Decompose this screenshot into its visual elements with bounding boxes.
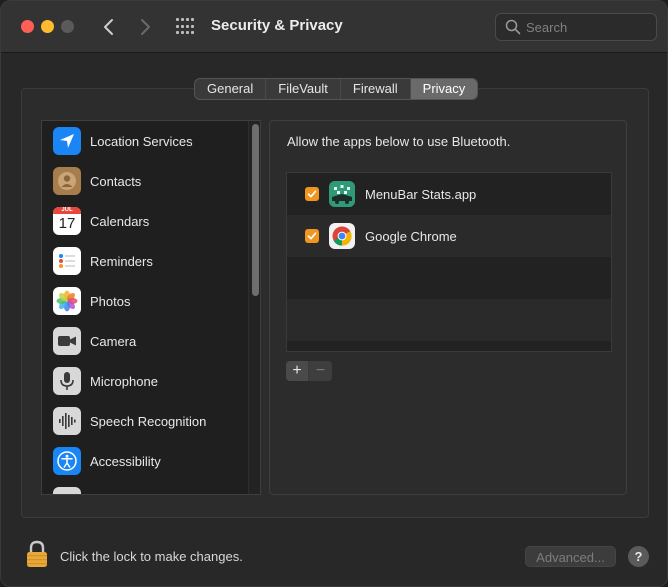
sidebar-item-label: Camera <box>90 333 137 349</box>
app-name: Google Chrome <box>365 228 457 244</box>
app-checkbox[interactable] <box>305 187 319 201</box>
sidebar-item-label: Contacts <box>90 173 142 189</box>
sidebar-item-contacts[interactable]: Contacts <box>42 161 247 201</box>
search-input[interactable] <box>526 18 646 36</box>
sidebar-item-microphone[interactable]: Microphone <box>42 361 247 401</box>
sidebar-item-partial[interactable] <box>42 481 247 494</box>
sidebar-item-camera[interactable]: Camera <box>42 321 247 361</box>
chevron-left-icon <box>104 19 113 35</box>
zoom-button[interactable] <box>61 20 74 33</box>
scrollbar-thumb[interactable] <box>252 124 259 296</box>
calendar-icon: JUL 17 <box>53 207 81 235</box>
chevron-right-icon <box>141 19 150 35</box>
sidebar-item-label: Speech Recognition <box>90 413 207 429</box>
app-row-menubar-stats[interactable]: MenuBar Stats.app <box>287 173 611 215</box>
microphone-icon <box>53 367 81 395</box>
sidebar-item-label: Accessibility <box>90 453 161 469</box>
add-remove-control: + − <box>286 361 332 381</box>
sidebar-item-label: Calendars <box>90 213 150 229</box>
help-button[interactable]: ? <box>628 546 649 567</box>
tab-privacy[interactable]: Privacy <box>410 79 478 99</box>
app-name: MenuBar Stats.app <box>365 186 477 202</box>
sidebar-item-label: Reminders <box>90 253 153 269</box>
window-title: Security & Privacy <box>211 17 343 34</box>
app-checkbox[interactable] <box>305 229 319 243</box>
tab-firewall[interactable]: Firewall <box>341 79 411 99</box>
checkmark-icon <box>307 232 317 240</box>
show-all-grid-icon[interactable] <box>176 18 196 36</box>
photos-icon <box>53 287 81 315</box>
accessibility-icon <box>53 447 81 475</box>
sidebar-item-location-services[interactable]: Location Services <box>42 121 247 161</box>
sidebar-item-calendars[interactable]: JUL 17 Calendars <box>42 201 247 241</box>
preferences-window: Security & Privacy General FileVault Fir… <box>0 0 668 587</box>
tab-bar: General FileVault Firewall Privacy <box>194 78 479 100</box>
partial-item-icon <box>53 487 81 494</box>
checkmark-icon <box>307 190 317 198</box>
menubar-stats-icon <box>329 181 355 207</box>
sidebar-item-label: Location Services <box>90 133 193 149</box>
tab-filevault[interactable]: FileVault <box>266 79 341 99</box>
camera-icon <box>53 327 81 355</box>
sidebar-item-photos[interactable]: Photos <box>42 281 247 321</box>
sidebar-item-label: Photos <box>90 293 131 309</box>
chrome-icon <box>329 223 355 249</box>
close-button[interactable] <box>21 20 34 33</box>
empty-row <box>287 299 611 341</box>
lock-icon[interactable] <box>26 540 48 568</box>
app-row-google-chrome[interactable]: Google Chrome <box>287 215 611 257</box>
empty-row <box>287 257 611 299</box>
add-app-button[interactable]: + <box>286 361 309 381</box>
sidebar-item-speech-recognition[interactable]: Speech Recognition <box>42 401 247 441</box>
sidebar-item-label: Microphone <box>90 373 158 389</box>
title-bar: Security & Privacy <box>1 1 667 53</box>
back-button[interactable] <box>97 15 121 39</box>
waveform-icon <box>53 407 81 435</box>
search-field[interactable] <box>495 13 657 41</box>
panel-heading: Allow the apps below to use Bluetooth. <box>287 134 511 149</box>
sidebar-item-accessibility[interactable]: Accessibility <box>42 441 247 481</box>
sidebar-item-reminders[interactable]: Reminders <box>42 241 247 281</box>
sidebar-scrollbar[interactable] <box>248 121 260 494</box>
search-icon <box>505 19 521 35</box>
forward-button[interactable] <box>133 15 157 39</box>
minimize-button[interactable] <box>41 20 54 33</box>
permission-panel: Allow the apps below to use Bluetooth. M… <box>269 120 627 495</box>
empty-row <box>287 341 611 351</box>
privacy-category-list[interactable]: Location Services Contacts JUL 17 Calend… <box>41 120 261 495</box>
contacts-icon <box>53 167 81 195</box>
location-arrow-icon <box>53 127 81 155</box>
app-list[interactable]: MenuBar Stats.app Google Chrome <box>286 172 612 352</box>
reminders-icon <box>53 247 81 275</box>
tab-general[interactable]: General <box>195 79 267 99</box>
advanced-button[interactable]: Advanced... <box>525 546 616 567</box>
lock-message: Click the lock to make changes. <box>60 549 243 564</box>
remove-app-button[interactable]: − <box>309 361 332 381</box>
